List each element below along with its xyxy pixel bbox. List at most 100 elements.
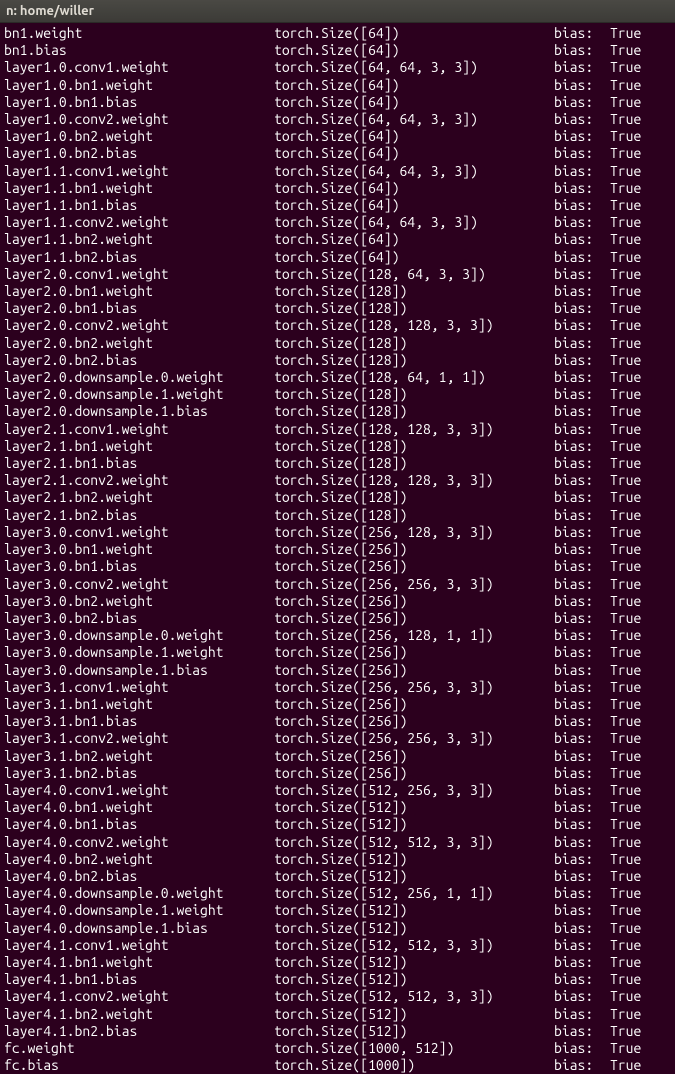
bias-label: bias: — [554, 128, 610, 145]
output-row: layer3.1.bn1.biastorch.Size([256])bias:T… — [4, 713, 671, 730]
param-name: layer2.0.downsample.0.weight — [4, 369, 274, 386]
param-size: torch.Size([128]) — [274, 507, 554, 524]
bias-label: bias: — [554, 489, 610, 506]
bias-label: bias: — [554, 679, 610, 696]
param-name: layer1.1.bn1.weight — [4, 180, 274, 197]
param-name: layer3.0.downsample.1.weight — [4, 644, 274, 661]
param-name: layer1.0.bn2.bias — [4, 145, 274, 162]
bias-label: bias: — [554, 335, 610, 352]
bias-value: True — [610, 971, 641, 988]
bias-label: bias: — [554, 180, 610, 197]
bias-value: True — [610, 197, 641, 214]
param-name: layer1.1.conv2.weight — [4, 214, 274, 231]
bias-label: bias: — [554, 197, 610, 214]
bias-value: True — [610, 438, 641, 455]
param-name: layer2.1.bn2.weight — [4, 489, 274, 506]
bias-label: bias: — [554, 971, 610, 988]
bias-label: bias: — [554, 696, 610, 713]
param-size: torch.Size([256]) — [274, 765, 554, 782]
bias-label: bias: — [554, 799, 610, 816]
param-name: layer3.0.bn2.bias — [4, 610, 274, 627]
terminal-output[interactable]: bn1.weighttorch.Size([64])bias:Truebn1.b… — [0, 23, 675, 1074]
bias-value: True — [610, 558, 641, 575]
param-size: torch.Size([128, 128, 3, 3]) — [274, 421, 554, 438]
param-size: torch.Size([512]) — [274, 954, 554, 971]
param-size: torch.Size([256]) — [274, 558, 554, 575]
param-size: torch.Size([128]) — [274, 352, 554, 369]
bias-value: True — [610, 730, 641, 747]
bias-value: True — [610, 576, 641, 593]
param-name: fc.weight — [4, 1040, 274, 1057]
param-name: layer3.0.downsample.1.bias — [4, 662, 274, 679]
param-name: layer3.0.bn1.weight — [4, 541, 274, 558]
window-titlebar[interactable]: n: home/willer — [0, 0, 675, 23]
output-row: bn1.biastorch.Size([64])bias:True — [4, 42, 671, 59]
param-name: bn1.weight — [4, 25, 274, 42]
param-name: layer3.1.conv2.weight — [4, 730, 274, 747]
param-name: layer4.0.bn1.weight — [4, 799, 274, 816]
output-row: layer3.1.bn1.weighttorch.Size([256])bias… — [4, 696, 671, 713]
bias-value: True — [610, 421, 641, 438]
bias-value: True — [610, 145, 641, 162]
bias-value: True — [610, 988, 641, 1005]
output-row: layer2.0.conv1.weighttorch.Size([128, 64… — [4, 266, 671, 283]
param-size: torch.Size([256]) — [274, 610, 554, 627]
param-name: layer1.1.bn2.bias — [4, 249, 274, 266]
bias-label: bias: — [554, 644, 610, 661]
param-name: layer2.0.conv2.weight — [4, 317, 274, 334]
bias-value: True — [610, 403, 641, 420]
output-row: layer1.1.conv2.weighttorch.Size([64, 64,… — [4, 214, 671, 231]
output-row: layer2.0.conv2.weighttorch.Size([128, 12… — [4, 317, 671, 334]
param-size: torch.Size([512, 256, 3, 3]) — [274, 782, 554, 799]
bias-value: True — [610, 799, 641, 816]
param-size: torch.Size([64]) — [274, 197, 554, 214]
param-size: torch.Size([1000, 512]) — [274, 1040, 554, 1057]
bias-label: bias: — [554, 851, 610, 868]
bias-label: bias: — [554, 902, 610, 919]
bias-value: True — [610, 920, 641, 937]
bias-label: bias: — [554, 558, 610, 575]
param-size: torch.Size([256, 256, 3, 3]) — [274, 679, 554, 696]
bias-value: True — [610, 111, 641, 128]
param-name: layer3.0.conv2.weight — [4, 576, 274, 593]
output-row: layer2.1.bn2.weighttorch.Size([128])bias… — [4, 489, 671, 506]
bias-label: bias: — [554, 94, 610, 111]
output-row: layer4.0.conv2.weighttorch.Size([512, 51… — [4, 834, 671, 851]
param-name: layer2.0.bn1.weight — [4, 283, 274, 300]
bias-label: bias: — [554, 576, 610, 593]
bias-value: True — [610, 489, 641, 506]
output-row: layer4.0.bn1.weighttorch.Size([512])bias… — [4, 799, 671, 816]
bias-label: bias: — [554, 455, 610, 472]
param-name: layer4.0.downsample.1.weight — [4, 902, 274, 919]
param-name: layer3.0.bn2.weight — [4, 593, 274, 610]
param-size: torch.Size([64, 64, 3, 3]) — [274, 214, 554, 231]
param-size: torch.Size([64]) — [274, 145, 554, 162]
param-name: layer2.0.conv1.weight — [4, 266, 274, 283]
param-name: layer1.1.bn2.weight — [4, 231, 274, 248]
param-size: torch.Size([64, 64, 3, 3]) — [274, 163, 554, 180]
output-row: layer2.1.bn2.biastorch.Size([128])bias:T… — [4, 507, 671, 524]
param-name: layer3.0.conv1.weight — [4, 524, 274, 541]
param-name: layer4.1.bn1.weight — [4, 954, 274, 971]
bias-label: bias: — [554, 472, 610, 489]
bias-label: bias: — [554, 145, 610, 162]
bias-value: True — [610, 1040, 641, 1057]
param-size: torch.Size([512, 512, 3, 3]) — [274, 834, 554, 851]
bias-value: True — [610, 627, 641, 644]
output-row: layer3.1.conv2.weighttorch.Size([256, 25… — [4, 730, 671, 747]
bias-value: True — [610, 885, 641, 902]
bias-label: bias: — [554, 438, 610, 455]
param-name: layer1.0.bn2.weight — [4, 128, 274, 145]
bias-label: bias: — [554, 748, 610, 765]
output-row: layer2.1.bn1.biastorch.Size([128])bias:T… — [4, 455, 671, 472]
bias-value: True — [610, 77, 641, 94]
bias-label: bias: — [554, 834, 610, 851]
bias-label: bias: — [554, 541, 610, 558]
param-size: torch.Size([128]) — [274, 489, 554, 506]
bias-label: bias: — [554, 868, 610, 885]
output-row: layer3.1.bn2.biastorch.Size([256])bias:T… — [4, 765, 671, 782]
bias-label: bias: — [554, 403, 610, 420]
output-row: layer3.0.bn1.biastorch.Size([256])bias:T… — [4, 558, 671, 575]
bias-value: True — [610, 369, 641, 386]
param-size: torch.Size([512, 512, 3, 3]) — [274, 988, 554, 1005]
